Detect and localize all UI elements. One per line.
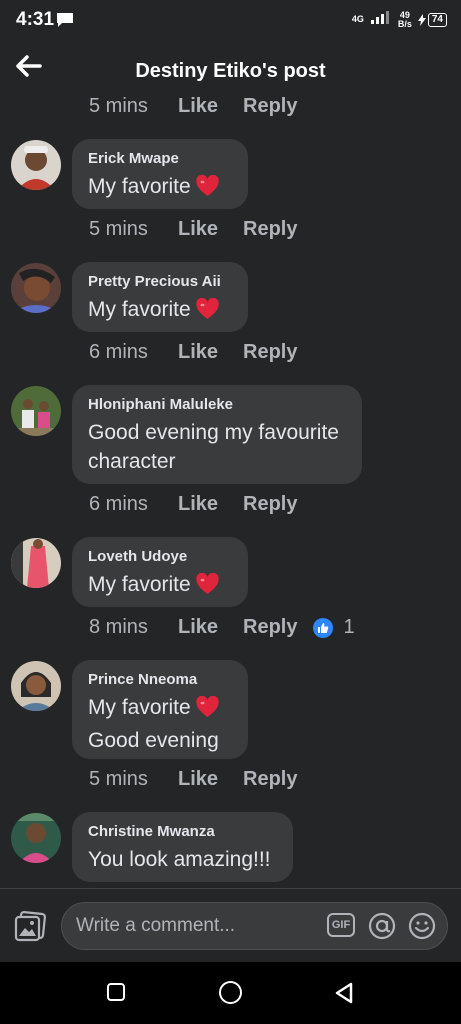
- status-right: 4G 49 B/s 74: [352, 10, 447, 29]
- status-time: 4:31: [16, 9, 55, 30]
- comment-text: My favorite: [88, 172, 232, 205]
- battery-indicator: 74: [417, 12, 447, 27]
- comment-meta-row: 5 mins Like Reply: [89, 218, 297, 241]
- comment-text-line: Good evening my favourite: [88, 421, 339, 444]
- comment-text: My favorite: [88, 570, 232, 603]
- comment-author[interactable]: Pretty Precious Aii: [88, 273, 232, 290]
- avatar[interactable]: [11, 813, 61, 863]
- comment-text-line: My favorite: [88, 693, 232, 726]
- comment-input[interactable]: Write a comment... GIF: [61, 902, 448, 950]
- network-speed: 49 B/s: [397, 10, 412, 29]
- reply-button[interactable]: Reply: [243, 493, 297, 516]
- reply-button[interactable]: Reply: [243, 218, 297, 241]
- comment-time: 5 mins: [89, 96, 148, 117]
- comment-text: Good evening my favourite character: [88, 418, 346, 476]
- avatar[interactable]: [11, 661, 61, 711]
- reaction-summary[interactable]: 1: [313, 616, 355, 639]
- message-notification-icon: [56, 12, 74, 33]
- reaction-count: 1: [343, 616, 355, 638]
- comment-time: 5 mins: [89, 768, 148, 790]
- comment-bubble[interactable]: Prince Nneoma My favorite Good evening: [72, 660, 248, 759]
- nav-back-icon[interactable]: [333, 981, 355, 1010]
- comment-text: You look amazing!!!: [88, 848, 271, 871]
- comment-bubble[interactable]: Erick Mwape My favorite: [72, 139, 248, 209]
- reply-button[interactable]: Reply: [243, 616, 297, 639]
- avatar[interactable]: [11, 140, 61, 190]
- network-type: 4G: [351, 14, 364, 24]
- comment-bubble[interactable]: Loveth Udoye My favorite: [72, 537, 248, 607]
- comment-time: 5 mins: [89, 218, 148, 240]
- comment-author[interactable]: Hloniphani Maluleke: [88, 396, 346, 413]
- comment-meta-row: 6 mins Like Reply: [89, 493, 297, 516]
- smile-icon[interactable]: [408, 912, 436, 945]
- system-navigation-bar: [0, 962, 461, 1024]
- comment-list[interactable]: 5 mins Like Reply Erick Mwape My favorit…: [0, 96, 461, 888]
- comment-text: My favorite: [88, 295, 232, 328]
- heart-emoji-icon: [195, 297, 220, 328]
- reply-button[interactable]: Reply: [243, 768, 297, 791]
- photo-icon[interactable]: [13, 911, 47, 948]
- comment-time: 6 mins: [89, 341, 148, 363]
- like-button[interactable]: Like: [178, 96, 243, 118]
- comment-author[interactable]: Loveth Udoye: [88, 548, 232, 565]
- comment-bubble[interactable]: Hloniphani Maluleke Good evening my favo…: [72, 385, 362, 484]
- comment-input-placeholder: Write a comment...: [76, 915, 236, 936]
- like-reaction-icon: [313, 617, 334, 638]
- gif-icon[interactable]: GIF: [327, 913, 355, 937]
- reply-button[interactable]: Reply: [243, 341, 297, 364]
- comment-author[interactable]: Prince Nneoma: [88, 671, 232, 688]
- like-button[interactable]: Like: [178, 493, 243, 516]
- comment-text-line: Good evening: [88, 729, 219, 752]
- post-header: Destiny Etiko's post: [0, 45, 461, 100]
- comment-text: My favorite Good evening: [88, 693, 232, 755]
- like-button[interactable]: Like: [178, 616, 243, 639]
- avatar[interactable]: [11, 386, 61, 436]
- comment-author[interactable]: Christine Mwanza: [88, 823, 277, 840]
- heart-emoji-icon: [195, 695, 220, 726]
- comment-composer: Write a comment... GIF: [0, 888, 461, 963]
- home-icon[interactable]: [219, 981, 242, 1004]
- comment-author[interactable]: Erick Mwape: [88, 150, 232, 167]
- at-icon[interactable]: [368, 912, 396, 945]
- heart-emoji-icon: [195, 572, 220, 603]
- like-button[interactable]: Like: [178, 768, 243, 791]
- avatar[interactable]: [11, 263, 61, 313]
- comment-bubble[interactable]: Christine Mwanza You look amazing!!!: [72, 812, 293, 882]
- speed-unit: B/s: [397, 18, 412, 29]
- comment-meta-row: 5 mins Like Reply: [89, 768, 297, 791]
- status-bar: 4:31 4G 49 B/s 74: [0, 0, 461, 40]
- like-button[interactable]: Like: [178, 341, 243, 364]
- recent-apps-icon[interactable]: [107, 983, 125, 1001]
- like-button[interactable]: Like: [178, 218, 243, 241]
- page-title: Destiny Etiko's post: [135, 60, 326, 82]
- comment-text-line: character: [88, 450, 176, 473]
- signal-icon: [370, 10, 392, 29]
- charging-icon: [417, 13, 426, 26]
- battery-level: 74: [427, 12, 447, 27]
- comment-meta-row: 5 mins Like Reply: [89, 96, 297, 118]
- comment-time: 8 mins: [89, 616, 148, 638]
- reply-button[interactable]: Reply: [243, 96, 297, 118]
- comment-meta-row: 6 mins Like Reply: [89, 341, 297, 364]
- comment-bubble[interactable]: Pretty Precious Aii My favorite: [72, 262, 248, 332]
- comment-time: 6 mins: [89, 493, 148, 515]
- avatar[interactable]: [11, 538, 61, 588]
- heart-emoji-icon: [195, 174, 220, 205]
- comment-meta-row: 8 mins Like Reply 1: [89, 616, 355, 639]
